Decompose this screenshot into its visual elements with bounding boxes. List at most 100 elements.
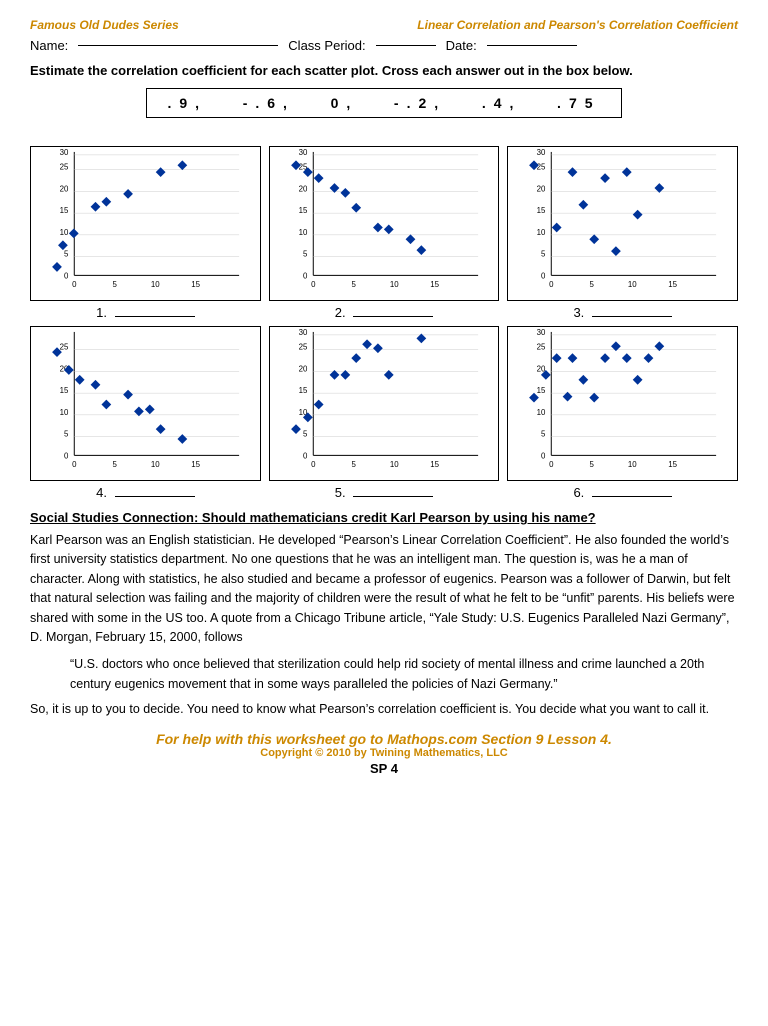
svg-text:0: 0 — [549, 460, 554, 469]
chart-box-3: 0 5 10 15 20 25 30 0 5 10 15 — [507, 146, 738, 301]
chart-container-1: 0 5 10 15 20 25 30 0 5 10 15 — [30, 146, 261, 320]
svg-text:15: 15 — [60, 206, 69, 215]
chart-container-2: 0 5 10 15 20 25 30 0 5 10 15 — [269, 146, 500, 320]
svg-text:30: 30 — [537, 148, 546, 157]
svg-text:15: 15 — [191, 460, 200, 469]
chart-svg-1: 0 5 10 15 20 25 30 0 5 10 15 — [31, 147, 260, 300]
chart-label-1: 1. — [96, 305, 194, 320]
svg-text:20: 20 — [537, 184, 546, 193]
svg-text:30: 30 — [537, 328, 546, 337]
svg-text:10: 10 — [389, 460, 398, 469]
answer-blank-2[interactable] — [353, 316, 433, 317]
class-field[interactable] — [376, 45, 436, 46]
date-field[interactable] — [487, 45, 577, 46]
answer-blank-4[interactable] — [115, 496, 195, 497]
svg-text:5: 5 — [113, 460, 118, 469]
svg-text:15: 15 — [669, 280, 678, 289]
svg-text:25: 25 — [298, 343, 307, 352]
svg-text:0: 0 — [64, 271, 69, 280]
svg-text:15: 15 — [430, 460, 439, 469]
svg-text:10: 10 — [537, 228, 546, 237]
chart-box-5: 0 5 10 15 20 25 30 0 5 10 15 — [269, 326, 500, 481]
class-label: Class Period: — [288, 38, 365, 53]
answer-blank-6[interactable] — [592, 496, 672, 497]
svg-text:10: 10 — [151, 460, 160, 469]
svg-text:15: 15 — [430, 280, 439, 289]
chart-label-6: 6. — [573, 485, 671, 500]
svg-text:0: 0 — [311, 460, 316, 469]
chart-container-4: 0 5 10 15 20 25 0 5 10 15 — [30, 326, 261, 500]
answer-blank-5[interactable] — [353, 496, 433, 497]
answer-blank-3[interactable] — [592, 316, 672, 317]
svg-text:0: 0 — [64, 451, 69, 460]
chart-box-6: 0 5 10 15 20 25 30 0 5 10 15 — [507, 326, 738, 481]
svg-text:5: 5 — [64, 430, 69, 439]
chart-svg-5: 0 5 10 15 20 25 30 0 5 10 15 — [270, 327, 499, 480]
svg-text:15: 15 — [298, 206, 307, 215]
svg-text:15: 15 — [537, 386, 546, 395]
chart-box-4: 0 5 10 15 20 25 0 5 10 15 — [30, 326, 261, 481]
chart-label-3: 3. — [573, 305, 671, 320]
svg-text:10: 10 — [537, 408, 546, 417]
chart-box-1: 0 5 10 15 20 25 30 0 5 10 15 — [30, 146, 261, 301]
instructions-text: Estimate the correlation coefficient for… — [30, 63, 738, 78]
name-label: Name: — [30, 38, 68, 53]
svg-text:10: 10 — [389, 280, 398, 289]
svg-text:5: 5 — [590, 460, 595, 469]
svg-text:5: 5 — [351, 460, 356, 469]
chart-svg-4: 0 5 10 15 20 25 0 5 10 15 — [31, 327, 260, 480]
svg-text:0: 0 — [72, 280, 77, 289]
chart-svg-6: 0 5 10 15 20 25 30 0 5 10 15 — [508, 327, 737, 480]
svg-text:25: 25 — [537, 343, 546, 352]
svg-text:0: 0 — [549, 280, 554, 289]
chart-container-5: 0 5 10 15 20 25 30 0 5 10 15 — [269, 326, 500, 500]
name-field[interactable] — [78, 45, 278, 46]
social-studies-quote: “U.S. doctors who once believed that ste… — [70, 655, 738, 694]
svg-text:0: 0 — [541, 451, 546, 460]
svg-text:0: 0 — [72, 460, 77, 469]
svg-text:15: 15 — [298, 386, 307, 395]
answer-blank-1[interactable] — [115, 316, 195, 317]
svg-text:5: 5 — [64, 250, 69, 259]
svg-text:5: 5 — [351, 280, 356, 289]
svg-text:25: 25 — [537, 163, 546, 172]
svg-text:30: 30 — [298, 328, 307, 337]
svg-text:15: 15 — [60, 386, 69, 395]
svg-text:5: 5 — [541, 250, 546, 259]
social-studies-body2: So, it is up to you to decide. You need … — [30, 700, 738, 719]
date-label: Date: — [446, 38, 477, 53]
svg-text:15: 15 — [537, 206, 546, 215]
svg-text:20: 20 — [60, 184, 69, 193]
svg-text:20: 20 — [298, 364, 307, 373]
footer-page: SP 4 — [30, 761, 738, 776]
chart-label-5: 5. — [335, 485, 433, 500]
svg-text:10: 10 — [628, 280, 637, 289]
chart-svg-3: 0 5 10 15 20 25 30 0 5 10 15 — [508, 147, 737, 300]
svg-text:25: 25 — [60, 163, 69, 172]
svg-text:5: 5 — [590, 280, 595, 289]
svg-text:25: 25 — [60, 343, 69, 352]
svg-text:20: 20 — [298, 184, 307, 193]
charts-row-1: 0 5 10 15 20 25 30 0 5 10 15 — [30, 146, 738, 320]
svg-text:10: 10 — [151, 280, 160, 289]
chart-box-2: 0 5 10 15 20 25 30 0 5 10 15 — [269, 146, 500, 301]
svg-text:10: 10 — [298, 228, 307, 237]
charts-row-2: 0 5 10 15 20 25 0 5 10 15 — [30, 326, 738, 500]
series-title: Famous Old Dudes Series — [30, 18, 179, 32]
svg-text:5: 5 — [303, 250, 308, 259]
svg-text:0: 0 — [311, 280, 316, 289]
svg-text:0: 0 — [303, 271, 308, 280]
footer-link: For help with this worksheet go to Matho… — [30, 731, 738, 747]
chart-svg-2: 0 5 10 15 20 25 30 0 5 10 15 — [270, 147, 499, 300]
chart-container-6: 0 5 10 15 20 25 30 0 5 10 15 — [507, 326, 738, 500]
footer-copyright: Copyright © 2010 by Twining Mathematics,… — [30, 747, 738, 759]
svg-text:10: 10 — [628, 460, 637, 469]
svg-text:0: 0 — [303, 451, 308, 460]
svg-text:10: 10 — [60, 408, 69, 417]
svg-text:5: 5 — [303, 430, 308, 439]
svg-text:0: 0 — [541, 271, 546, 280]
chart-label-4: 4. — [96, 485, 194, 500]
social-studies-title: Social Studies Connection: Should mathem… — [30, 510, 738, 525]
svg-text:15: 15 — [191, 280, 200, 289]
svg-text:30: 30 — [298, 148, 307, 157]
